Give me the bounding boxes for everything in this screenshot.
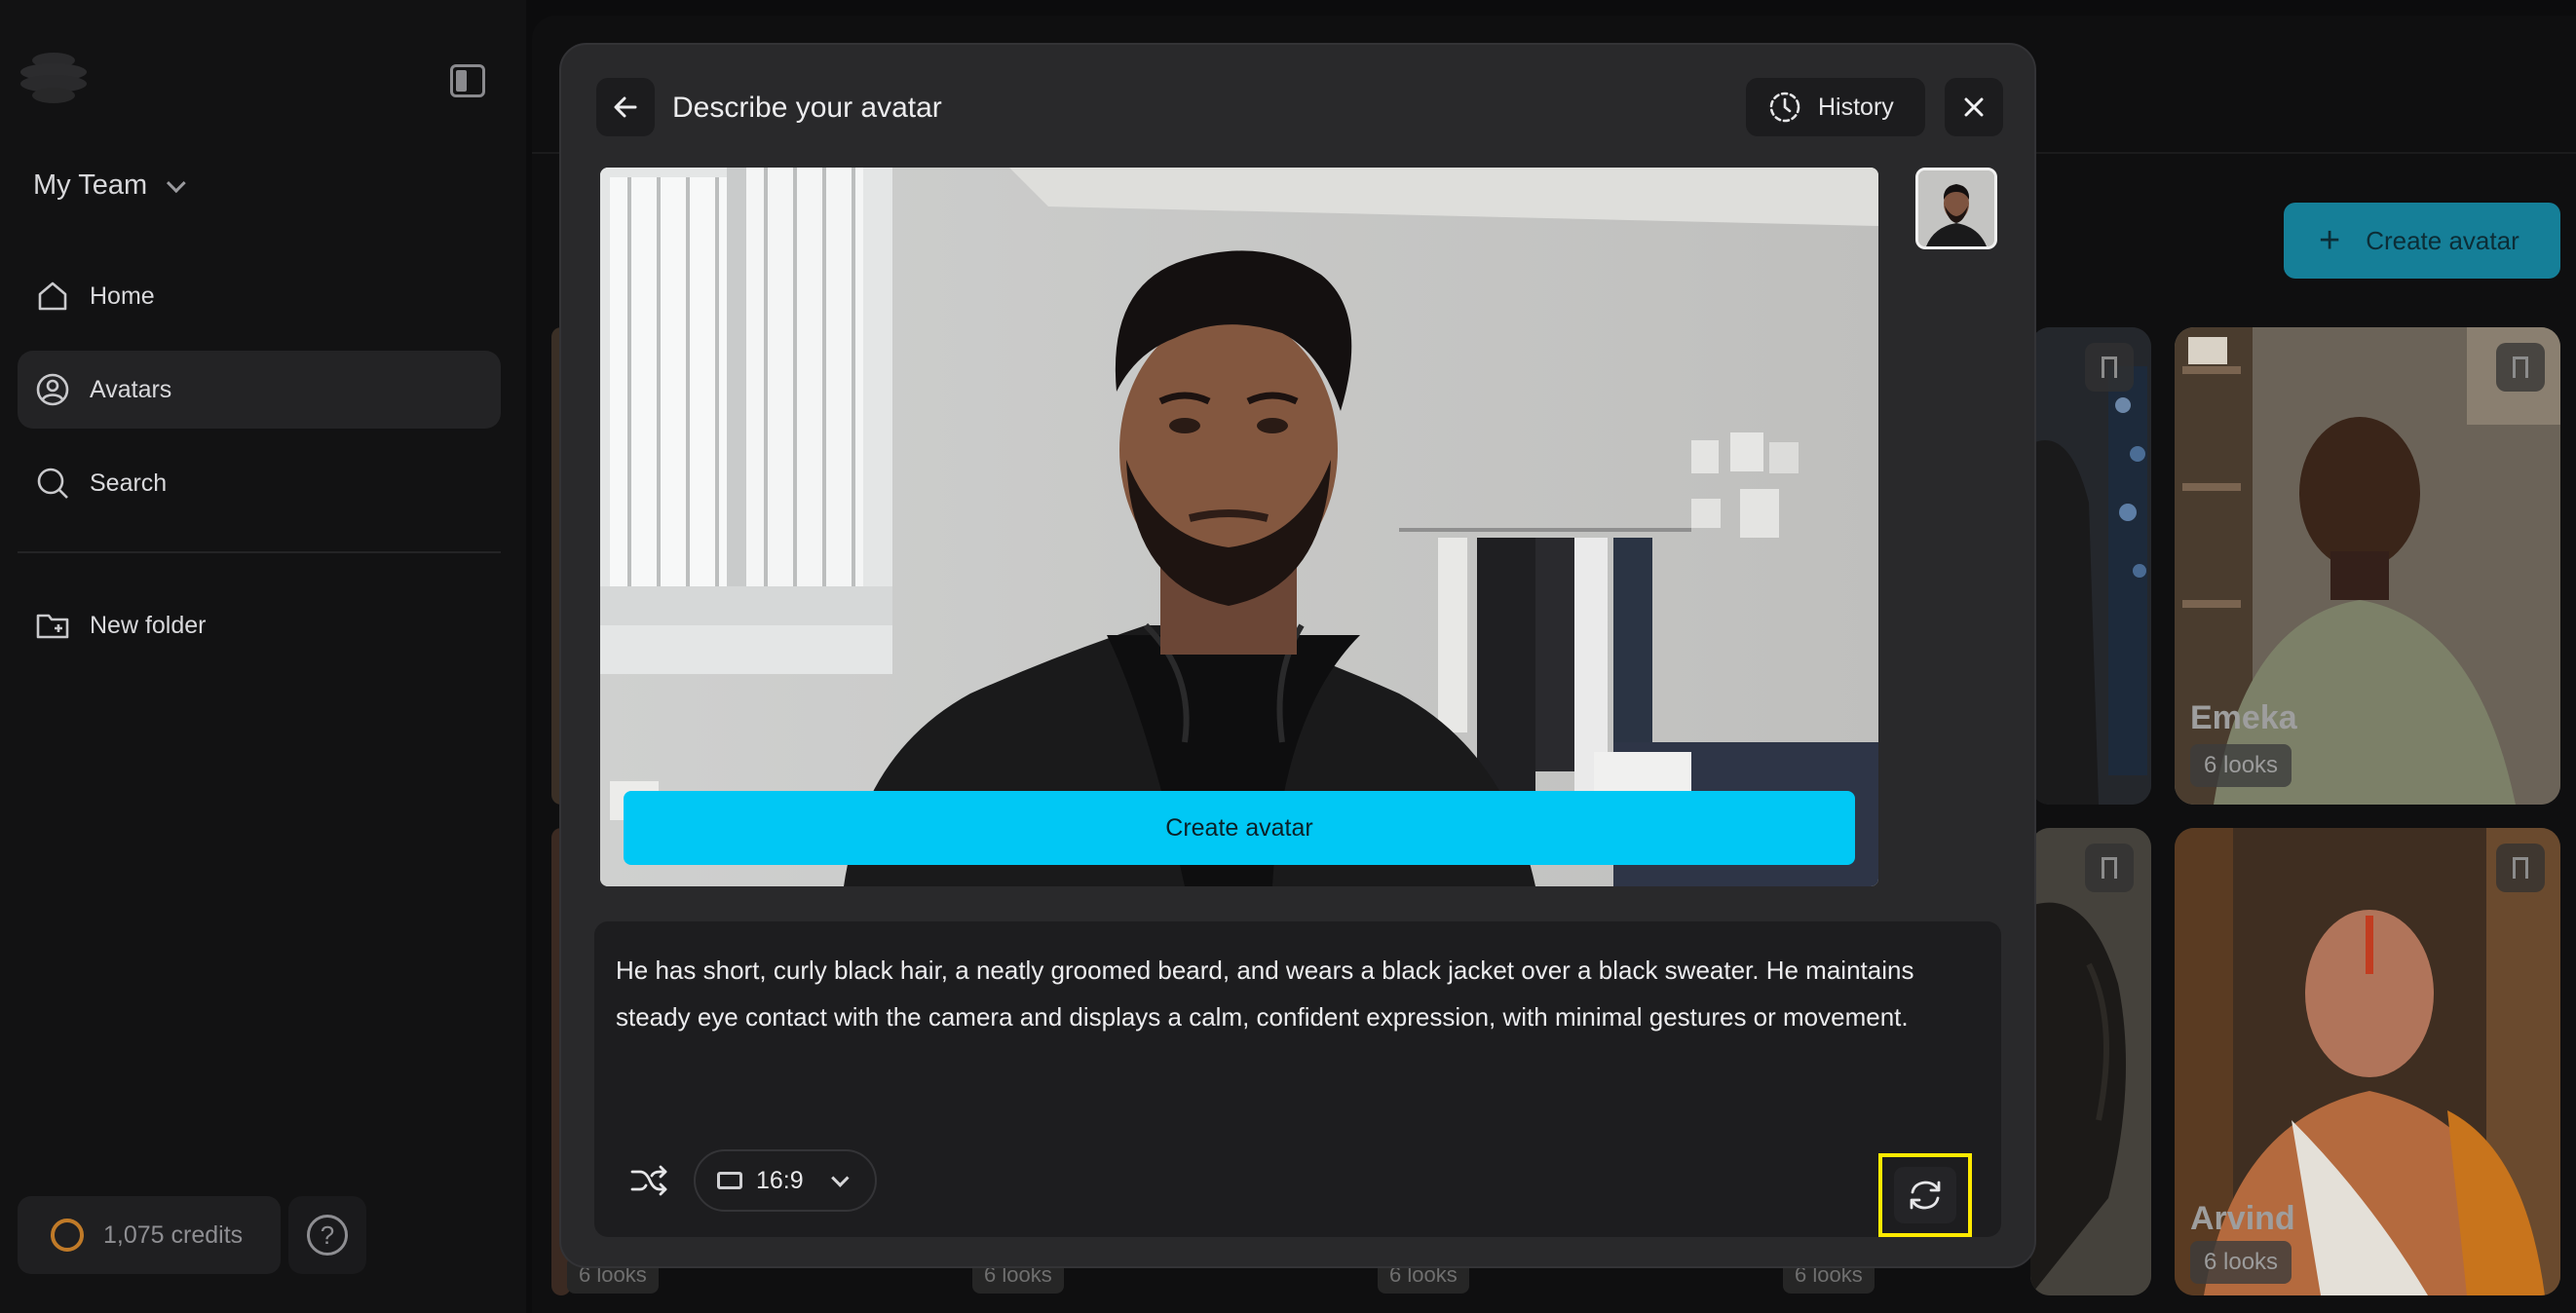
coin-icon [51, 1219, 84, 1252]
shuffle-button[interactable] [622, 1153, 676, 1208]
sidebar-divider [18, 551, 501, 553]
search-icon [37, 468, 68, 499]
aspect-ratio-icon [717, 1172, 742, 1189]
chevron-down-icon [167, 172, 186, 193]
create-avatar-button-label: Create avatar [1165, 813, 1313, 842]
describe-avatar-modal: Describe your avatar History Create avat… [559, 43, 2036, 1268]
looks-badge: 6 looks [2190, 744, 2292, 787]
avatar-thumbnail-selected[interactable] [1915, 168, 1997, 249]
avatar-name: Arvind [2190, 1200, 2295, 1237]
history-button[interactable]: History [1746, 78, 1925, 136]
modal-title: Describe your avatar [672, 92, 942, 124]
avatar-card[interactable] [2030, 327, 2151, 805]
plus-icon: + [2319, 220, 2341, 261]
regenerate-button-inner[interactable] [1894, 1167, 1956, 1223]
create-avatar-button[interactable]: + Create avatar [2284, 203, 2560, 279]
aspect-ratio-value: 16:9 [756, 1166, 804, 1194]
close-icon [1964, 97, 1984, 117]
regenerate-button[interactable] [1878, 1153, 1972, 1237]
logo-icon[interactable] [18, 47, 90, 109]
sidebar-item-label: New folder [90, 611, 207, 639]
credits-label: 1,075 credits [103, 1220, 244, 1249]
arrow-left-icon [614, 96, 637, 118]
description-text[interactable]: He has short, curly black hair, a neatly… [616, 947, 1980, 1040]
history-label: History [1818, 93, 1894, 121]
folder-plus-icon [36, 614, 69, 639]
avatar-card[interactable] [2030, 828, 2151, 1295]
user-circle-icon [36, 373, 69, 406]
team-switcher[interactable]: My Team [33, 169, 186, 202]
avatar-thumbnail [2030, 828, 2151, 1295]
sidebar-item-label: Home [90, 281, 155, 310]
bookmark-icon[interactable] [2496, 844, 2545, 892]
sidebar-item-search[interactable]: Search [18, 444, 501, 522]
avatar-preview-image: Create avatar [600, 168, 1878, 886]
credits-button[interactable]: 1,075 credits [18, 1196, 281, 1274]
aspect-ratio-dropdown[interactable]: 16:9 [694, 1149, 877, 1212]
home-icon [38, 281, 67, 311]
sidebar-item-avatars[interactable]: Avatars [18, 351, 501, 429]
sidebar-item-label: Avatars [90, 375, 172, 403]
avatar-thumbnail-image [1918, 170, 1994, 246]
help-icon: ? [307, 1215, 348, 1256]
sidebar-item-label: Search [90, 469, 168, 497]
avatar-thumbnail [2030, 327, 2151, 805]
shuffle-icon [630, 1165, 667, 1196]
sidebar: My Team Home Avatars Search New folder 1… [0, 0, 526, 1313]
avatar-name: Emeka [2190, 699, 2297, 736]
bookmark-icon[interactable] [2085, 844, 2134, 892]
sidebar-item-home[interactable]: Home [18, 257, 501, 335]
description-textarea[interactable]: He has short, curly black hair, a neatly… [594, 921, 2001, 1237]
team-name: My Team [33, 169, 148, 201]
bookmark-icon[interactable] [2085, 343, 2134, 392]
bookmark-icon[interactable] [2496, 343, 2545, 392]
create-avatar-label: Create avatar [2366, 225, 2519, 255]
avatar-card[interactable]: Emeka 6 looks [2175, 327, 2560, 805]
avatar-card[interactable]: Arvind 6 looks [2175, 828, 2560, 1295]
chevron-down-icon [830, 1168, 850, 1187]
create-avatar-button[interactable]: Create avatar [624, 791, 1855, 865]
looks-badge: 6 looks [2190, 1241, 2292, 1284]
back-button[interactable] [596, 78, 655, 136]
avatar-photo [600, 168, 1878, 886]
close-button[interactable] [1945, 78, 2003, 136]
help-button[interactable]: ? [288, 1196, 366, 1274]
refresh-icon [1910, 1181, 1941, 1210]
sidebar-toggle-icon[interactable] [450, 64, 485, 97]
sidebar-item-new-folder[interactable]: New folder [18, 586, 501, 664]
history-icon [1769, 92, 1800, 123]
